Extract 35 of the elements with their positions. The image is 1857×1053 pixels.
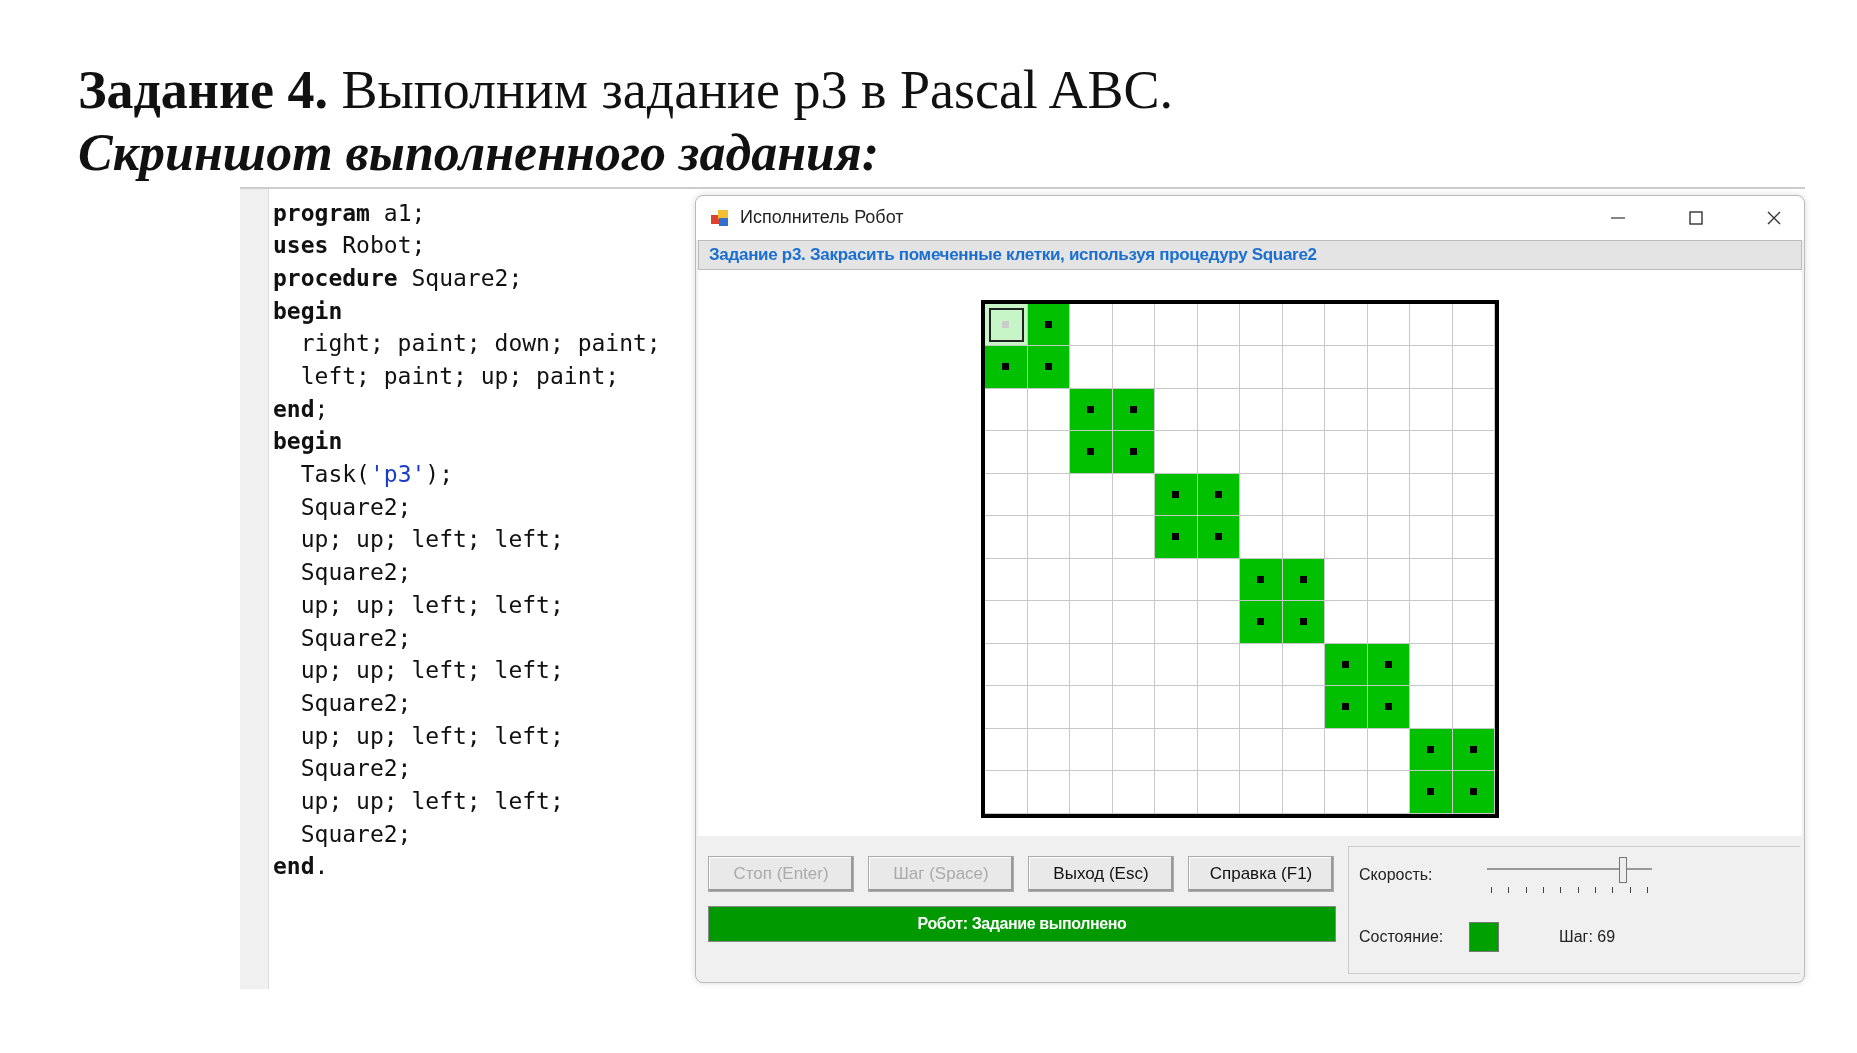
code-line: procedure Square2; [273, 263, 524, 293]
screenshot-caption: Скриншот выполненного задания: [78, 122, 881, 183]
code-line: begin [273, 296, 344, 326]
window-title: Исполнитель Робот [740, 207, 905, 229]
code-line: Task('p3'); [299, 460, 455, 490]
code-line: Square2; [299, 754, 413, 784]
code-line: Square2; [299, 492, 413, 522]
task-description: Задание р3. Закрасить помеченные клетки, используя процедуру Square2 [698, 239, 1802, 270]
command-button[interactable]: Справка (F1) [1188, 855, 1334, 892]
code-line: begin [273, 427, 344, 457]
code-line: right; paint; down; paint; [299, 329, 661, 359]
speed-label: Скорость: [1359, 865, 1434, 884]
code-line: Square2; [299, 623, 413, 653]
code-line: up; up; left; left; [299, 590, 565, 620]
code-line: uses Robot; [273, 231, 427, 261]
code-line: up; up; left; left; [299, 721, 565, 751]
code-line: up; up; left; left; [299, 525, 565, 555]
step-counter: Шаг: 69 [1559, 927, 1616, 946]
task-heading: Задание 4. Выполним задание р3 в Pascal ABC. [78, 59, 1174, 122]
maximize-icon[interactable] [1688, 209, 1704, 226]
command-button[interactable]: Выход (Esc) [1028, 855, 1174, 892]
code-line: Square2; [299, 819, 413, 849]
code-line: Square2; [299, 558, 413, 588]
code-line: up; up; left; left; [299, 656, 565, 686]
code-line: end; [273, 394, 330, 424]
speed-slider[interactable] [1487, 854, 1652, 895]
status-bar: Робот: Задание выполнено [708, 905, 1336, 942]
app-icon [710, 208, 730, 227]
code-line: up; up; left; left; [299, 786, 565, 816]
code-line: Square2; [299, 688, 413, 718]
code-line: left; paint; up; paint; [299, 362, 621, 392]
state-label: Состояние: [1359, 927, 1445, 946]
code-line: program a1; [273, 198, 427, 228]
code-line: end. [273, 852, 330, 882]
close-icon[interactable] [1766, 209, 1782, 226]
